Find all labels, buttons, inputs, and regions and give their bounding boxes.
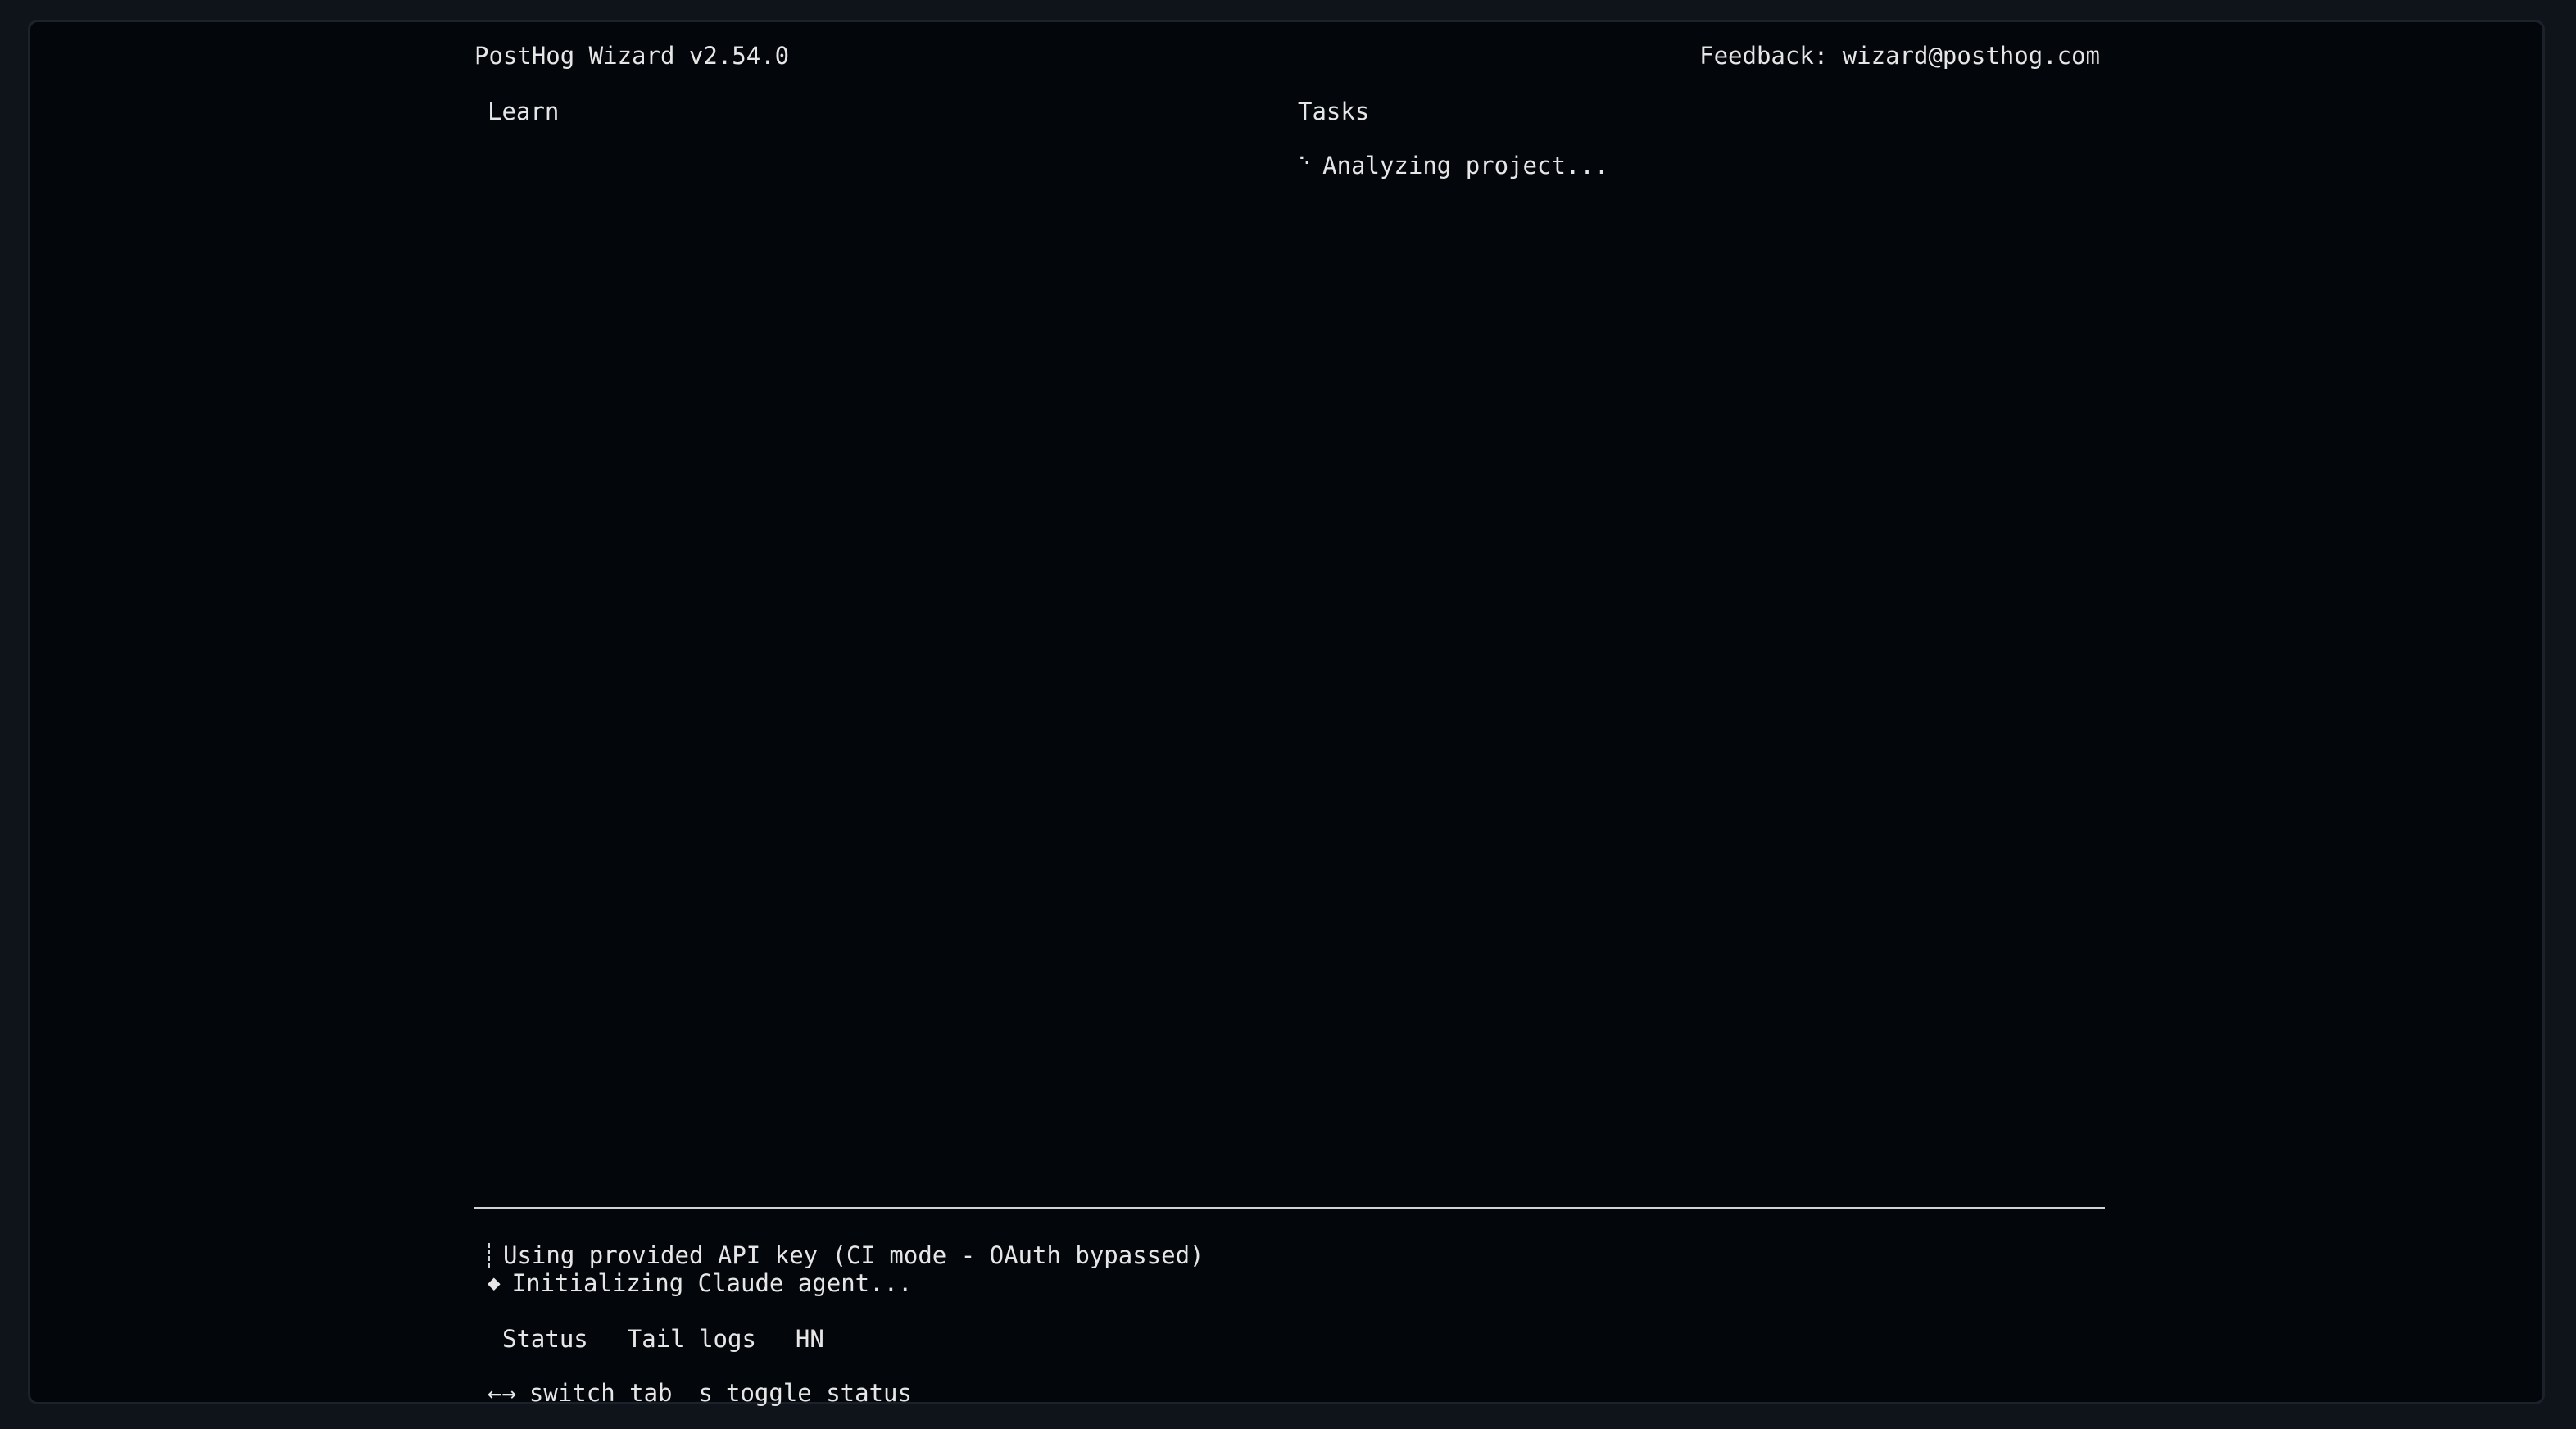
tab-status[interactable]: Status	[502, 1325, 588, 1353]
keyboard-hints: ←→ switch tab s toggle status	[488, 1379, 912, 1407]
task-item: ⠑ Analyzing project...	[1298, 152, 1608, 179]
hint-switch-tab: ←→ switch tab	[488, 1379, 673, 1407]
tab-tail-logs[interactable]: Tail logs	[628, 1325, 756, 1353]
hint-label: switch tab	[528, 1379, 673, 1407]
log-text: Using provided API key (CI mode - OAuth …	[503, 1241, 1204, 1269]
log-line: Using provided API key (CI mode - OAuth …	[488, 1241, 1204, 1269]
app-title: PostHog Wizard v2.54.0	[474, 42, 790, 70]
terminal-window: PostHog Wizard v2.54.0 Feedback: wizard@…	[28, 20, 2545, 1407]
feedback-email: Feedback: wizard@posthog.com	[1699, 42, 2100, 70]
log-text: Initializing Claude agent...	[511, 1269, 913, 1297]
hint-toggle-status: s toggle status	[699, 1379, 912, 1407]
spinner-icon: ⠑	[1298, 155, 1312, 175]
task-label: Analyzing project...	[1322, 152, 1609, 179]
diamond-icon: ◆	[488, 1271, 501, 1295]
log-line: ◆ Initializing Claude agent...	[488, 1269, 913, 1297]
status-divider	[474, 1207, 2105, 1209]
tab-bar: Status Tail logs HN	[502, 1325, 824, 1353]
learn-panel-title: Learn	[488, 98, 560, 125]
bar-icon	[488, 1243, 492, 1268]
tasks-panel-title: Tasks	[1298, 98, 1370, 125]
hint-key: s	[698, 1379, 713, 1407]
tab-hn[interactable]: HN	[796, 1325, 824, 1353]
arrow-keys-icon: ←→	[488, 1379, 516, 1407]
hint-label: toggle status	[726, 1379, 912, 1407]
